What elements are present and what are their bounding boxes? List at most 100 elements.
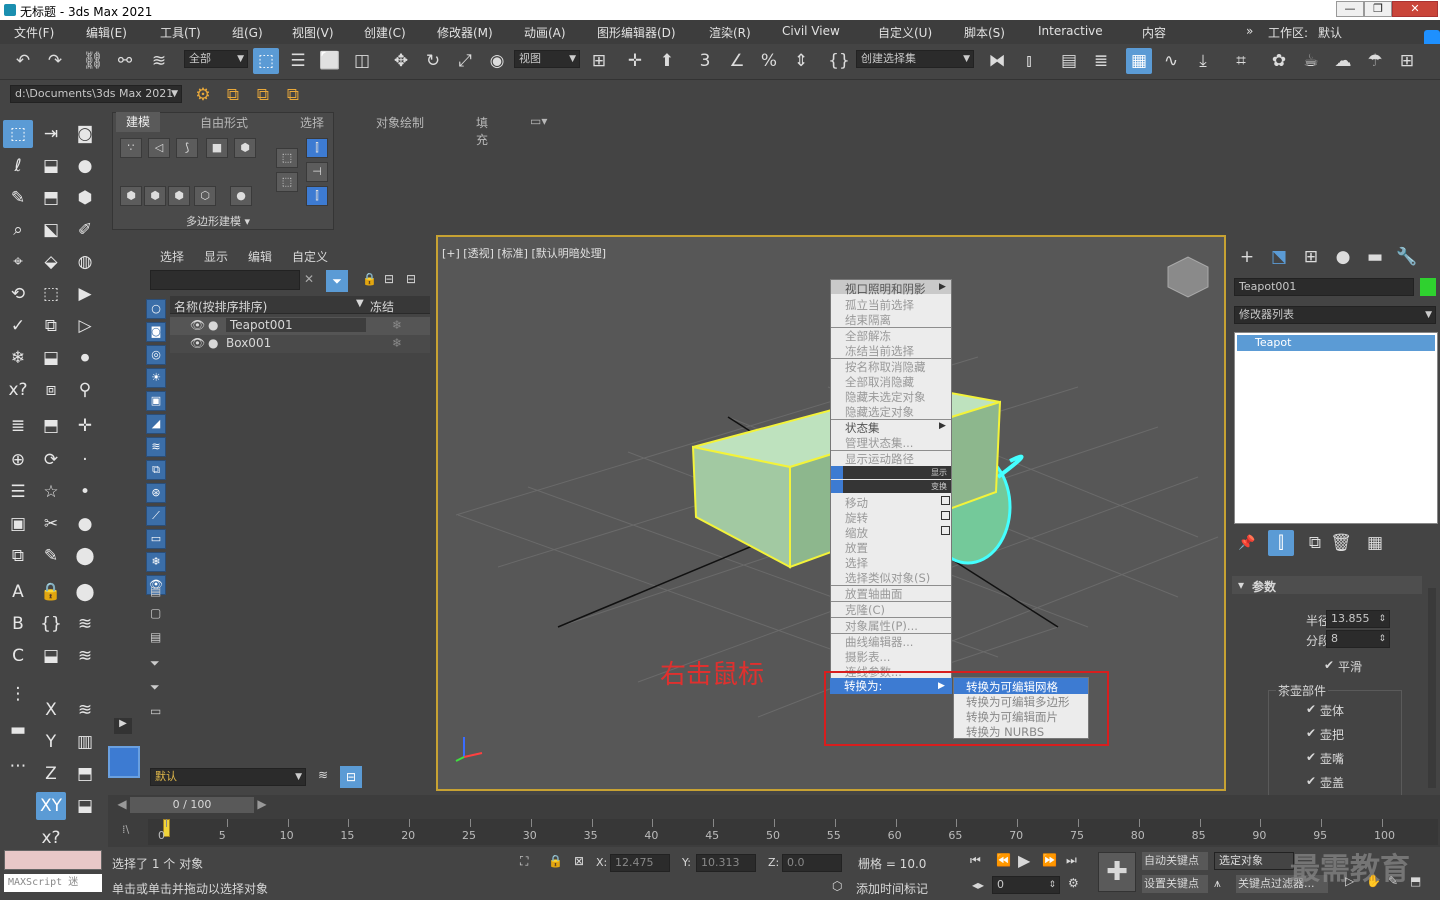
- stack-layers2-icon[interactable]: ≋: [70, 642, 100, 670]
- pencil-icon[interactable]: ✎: [36, 542, 66, 570]
- rotate-icon[interactable]: ↻: [420, 48, 446, 74]
- link-tool-icon[interactable]: ⇥: [36, 120, 66, 148]
- scene-explorer-icon[interactable]: ▤: [1056, 48, 1082, 74]
- current-frame-spinner[interactable]: 0 ⇕: [992, 876, 1060, 894]
- move-icon[interactable]: ✥: [388, 48, 414, 74]
- stack-item[interactable]: Teapot: [1237, 335, 1435, 351]
- menu-tools[interactable]: 工具(T): [160, 24, 201, 41]
- ribbon-pin-icon[interactable]: ⫿: [306, 138, 328, 158]
- ctx-hide-selection[interactable]: 隐藏选定对象: [845, 404, 914, 420]
- ctx-move[interactable]: 移动: [845, 495, 868, 511]
- tab-selection[interactable]: 选择: [300, 114, 324, 131]
- sx-funnel-icon[interactable]: ⏷: [150, 680, 160, 695]
- schematic-view-icon[interactable]: ⌗: [1228, 48, 1254, 74]
- pin-stack-icon[interactable]: 📌: [1234, 530, 1260, 556]
- sx-helpers-icon[interactable]: ◢: [146, 414, 166, 434]
- align-icon[interactable]: ⫾: [1016, 48, 1042, 74]
- ribbon-expand-icon[interactable]: ⫿: [306, 186, 328, 206]
- ctx-object-properties[interactable]: 对象属性(P)...: [845, 618, 918, 634]
- select-rect-icon[interactable]: ▣: [3, 510, 33, 538]
- list-tool-icon[interactable]: ≣: [3, 412, 33, 440]
- angle-snap-icon[interactable]: ∠: [724, 48, 750, 74]
- ribbon-collapse-icon[interactable]: ⊣: [306, 162, 328, 182]
- rendered-frame-icon[interactable]: ☁: [1330, 48, 1356, 74]
- segments-spinner[interactable]: 8 ⇕: [1326, 630, 1390, 648]
- ctx-state-sets[interactable]: 状态集: [845, 420, 880, 436]
- sphere-icon[interactable]: ◍: [70, 248, 100, 276]
- ctx-select[interactable]: 选择: [845, 555, 868, 571]
- sx-lights-icon[interactable]: ☀: [146, 368, 166, 388]
- modifier-list-dropdown[interactable]: 修改器列表 ▼: [1234, 306, 1436, 324]
- paint-select-icon[interactable]: ✎: [3, 184, 33, 212]
- redo-icon[interactable]: ↷: [42, 48, 68, 74]
- time-tag-icon[interactable]: ⬡: [832, 879, 842, 893]
- show-end-result-icon[interactable]: ⫿: [1268, 530, 1294, 556]
- brace-icon[interactable]: {}: [36, 610, 66, 638]
- render-dot-icon[interactable]: ●: [208, 318, 218, 332]
- play-tool-icon[interactable]: ▷: [70, 312, 100, 340]
- play-icon[interactable]: ▶: [1018, 851, 1030, 870]
- display-tab-icon[interactable]: ▬: [1362, 244, 1388, 270]
- axis-x-icon[interactable]: X: [36, 696, 66, 724]
- tab-populate[interactable]: 填充: [476, 114, 488, 148]
- axis-y-icon[interactable]: Y: [36, 728, 66, 756]
- unlink-icon[interactable]: ⚯: [112, 48, 138, 74]
- brush-icon[interactable]: ✐: [70, 216, 100, 244]
- stack-tool-icon[interactable]: ⧈: [36, 376, 66, 404]
- render-tool-icon[interactable]: ▶: [70, 280, 100, 308]
- sx-sort-icon[interactable]: ▼: [356, 298, 364, 309]
- scale-icon[interactable]: ⤢: [452, 48, 478, 74]
- hierarchy-tab-icon[interactable]: ⊞: [1298, 244, 1324, 270]
- project-folder-icon[interactable]: ⚙: [190, 82, 216, 108]
- sx-display-all-icon[interactable]: ○: [146, 299, 166, 319]
- text-b-icon[interactable]: B: [3, 610, 33, 638]
- bind-spacewarp-icon[interactable]: ≋: [146, 48, 172, 74]
- sx-layer-icon[interactable]: ⊟: [406, 272, 416, 286]
- sx-shapes-icon[interactable]: ◎: [146, 345, 166, 365]
- dope-sheet-icon[interactable]: ⤓: [1190, 48, 1216, 74]
- turbo-icon[interactable]: ●: [230, 186, 252, 206]
- time-prev-icon[interactable]: ◀: [114, 797, 130, 813]
- menu-animation[interactable]: 动画(A): [524, 24, 566, 41]
- spinner-snap-icon[interactable]: ⇕: [788, 48, 814, 74]
- render-dot-icon[interactable]: ●: [208, 336, 218, 350]
- modify-tab-icon[interactable]: ⬔: [1266, 244, 1292, 270]
- layer-icon[interactable]: ⬕: [36, 216, 66, 244]
- ctx-dope-sheet[interactable]: 摄影表...: [845, 649, 890, 665]
- ctx-unhide-by-name[interactable]: 按名称取消隐藏: [845, 359, 926, 375]
- modify-ribbon2-icon[interactable]: ⬚: [276, 172, 298, 192]
- coord-z-field[interactable]: 0.0: [782, 854, 842, 872]
- sx-row[interactable]: 👁 ● Box001 ❄: [170, 335, 430, 353]
- maxscript-listener-pink[interactable]: [4, 850, 102, 870]
- freeze-tool-icon[interactable]: ⬚: [36, 280, 66, 308]
- set-key-button[interactable]: 设置关键点: [1142, 875, 1208, 893]
- selected-object-dropdown[interactable]: 选定对象: [1214, 852, 1294, 870]
- tessellate-icon[interactable]: ⬢: [144, 186, 166, 206]
- smooth-checkbox[interactable]: ✔: [1324, 658, 1334, 672]
- edge-icon[interactable]: ◁: [148, 138, 170, 158]
- menu-edit[interactable]: 编辑(E): [86, 24, 127, 41]
- named-selection-dropdown[interactable]: 创建选择集 ▼: [856, 50, 974, 68]
- track-bar-icon[interactable]: ⁞\: [122, 823, 129, 836]
- ctx-display-motion-paths[interactable]: 显示运动路径: [845, 451, 914, 467]
- symmetry-icon[interactable]: ⬡: [194, 186, 216, 206]
- modify-ribbon-icon[interactable]: ⬚: [276, 148, 298, 168]
- axis-xy-icon[interactable]: XY: [36, 792, 66, 820]
- select-object-icon[interactable]: ⬚: [253, 48, 279, 74]
- settings-box-icon[interactable]: [941, 526, 950, 535]
- menu-customize[interactable]: 自定义(U): [878, 24, 932, 41]
- radius-spinner[interactable]: 13.855 ⇕: [1326, 610, 1390, 628]
- menu-content[interactable]: 内容: [1142, 24, 1166, 41]
- menu-rendering[interactable]: 渲染(R): [709, 24, 751, 41]
- cube-tool-icon[interactable]: ⬓: [70, 792, 100, 820]
- sx-collapse-arrow-icon[interactable]: ▶: [114, 718, 132, 734]
- undo-icon[interactable]: ↶: [10, 48, 36, 74]
- open-folder-icon[interactable]: ⧉: [220, 82, 246, 108]
- eye-icon[interactable]: 👁: [190, 336, 205, 350]
- sx-filter-funnel-icon[interactable]: ⏷: [150, 656, 160, 671]
- select-manipulate-icon[interactable]: ✛: [622, 48, 648, 74]
- sx-lock-icon[interactable]: 🔒: [362, 272, 377, 286]
- spout-checkbox[interactable]: ✔: [1306, 750, 1316, 764]
- menu-graph-editors[interactable]: 图形编辑器(D): [597, 24, 676, 41]
- time-config-icon[interactable]: ⚙: [1068, 876, 1079, 890]
